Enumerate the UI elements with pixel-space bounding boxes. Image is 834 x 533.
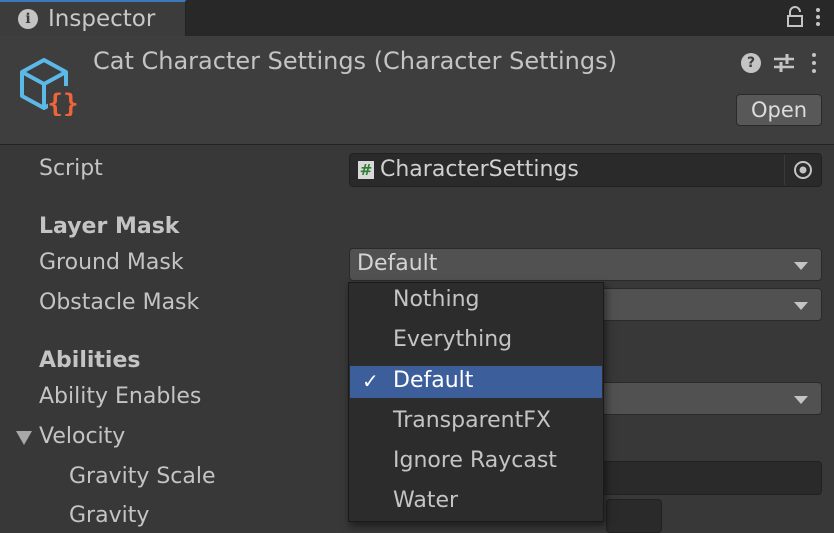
gravity-label: Gravity — [69, 503, 150, 528]
object-picker-icon[interactable] — [793, 160, 813, 180]
csharp-script-icon: # — [358, 161, 374, 179]
header-kebab-icon[interactable] — [809, 51, 819, 75]
tab-inspector[interactable]: i Inspector — [0, 0, 186, 36]
menu-item-everything[interactable]: Everything — [350, 325, 602, 357]
menu-item-water[interactable]: Water — [350, 486, 602, 518]
svg-text:{}: {} — [47, 89, 78, 116]
open-button[interactable]: Open — [736, 94, 822, 126]
inspector-header: {} Cat Character Settings (Character Set… — [0, 36, 834, 145]
script-object-field[interactable]: # CharacterSettings — [349, 153, 822, 187]
chevron-down-icon — [794, 302, 808, 310]
help-icon[interactable]: ? — [741, 53, 761, 73]
ground-mask-value: Default — [357, 251, 438, 276]
menu-item-transparentfx[interactable]: TransparentFX — [350, 406, 602, 438]
lock-icon[interactable] — [785, 6, 805, 28]
menu-item-nothing[interactable]: Nothing — [350, 285, 602, 317]
asset-title: Cat Character Settings (Character Settin… — [93, 47, 617, 75]
velocity-label[interactable]: Velocity — [39, 424, 125, 449]
checkmark-icon: ✓ — [362, 369, 379, 393]
obstacle-mask-label: Obstacle Mask — [39, 290, 200, 315]
menu-item-ignore-raycast[interactable]: Ignore Raycast — [350, 446, 602, 478]
info-icon: i — [18, 9, 38, 29]
scriptable-object-icon: {} — [20, 58, 79, 116]
ability-enables-label: Ability Enables — [39, 384, 202, 409]
gravity-x-field[interactable] — [606, 499, 662, 533]
tab-label: Inspector — [48, 6, 156, 32]
menu-item-default[interactable]: ✓ Default — [350, 366, 602, 398]
foldout-expanded-icon[interactable] — [16, 431, 32, 445]
chevron-down-icon — [794, 396, 808, 404]
field-divider — [784, 155, 785, 185]
kebab-menu-icon[interactable] — [813, 6, 823, 28]
ground-mask-dropdown[interactable]: Default — [349, 248, 822, 281]
script-value: CharacterSettings — [380, 157, 579, 182]
script-label: Script — [39, 156, 103, 181]
ground-mask-label: Ground Mask — [39, 250, 184, 275]
layer-mask-popup-menu: Nothing Everything ✓ Default Transparent… — [348, 282, 604, 522]
tab-bar: i Inspector — [0, 0, 834, 36]
abilities-header: Abilities — [39, 348, 141, 373]
chevron-down-icon — [794, 262, 808, 270]
presets-icon[interactable] — [773, 52, 795, 74]
gravity-scale-label: Gravity Scale — [69, 464, 216, 489]
layer-mask-header: Layer Mask — [39, 214, 180, 239]
